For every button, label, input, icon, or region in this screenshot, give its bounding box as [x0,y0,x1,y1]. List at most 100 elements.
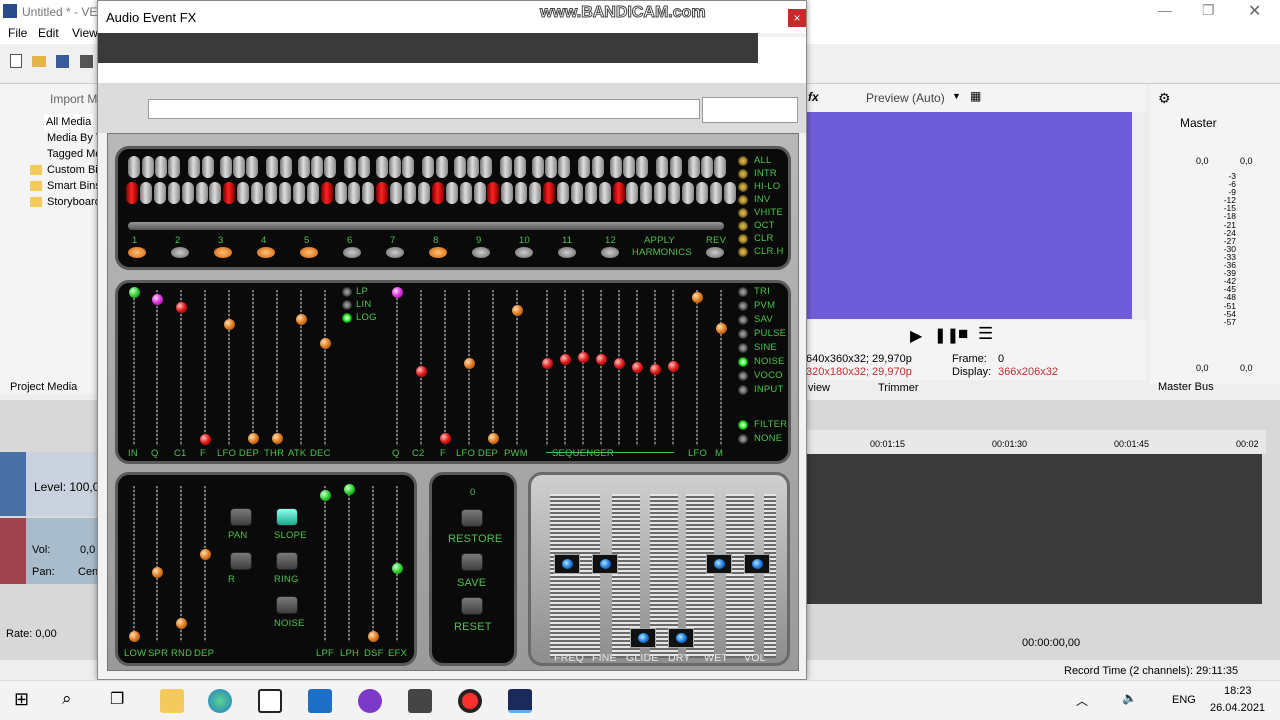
harmonic-step-switch[interactable] [251,182,264,204]
waveform-led[interactable] [738,357,748,367]
synth-slider-knob[interactable] [650,364,661,375]
filter-mode-led[interactable] [342,300,352,310]
reset-button[interactable] [461,597,483,615]
harmonic-step-switch[interactable] [515,182,528,204]
synth-slider-knob[interactable] [668,361,679,372]
mod-slider-knob[interactable] [320,490,331,501]
harmonic-step-switch[interactable] [612,182,625,204]
harmonic-switch[interactable] [656,156,668,178]
harmonic-option-led[interactable] [738,156,748,166]
harmonic-step-switch[interactable] [181,182,194,204]
harmonic-step-switch[interactable] [654,182,667,204]
harmonic-switch[interactable] [545,156,557,178]
track-1-level[interactable]: Level: 100,0 [34,480,99,494]
harmonic-step-switch[interactable] [501,182,514,204]
harmonic-switch[interactable] [266,156,278,178]
harmonic-step-switch[interactable] [682,182,694,204]
harmonic-step-switch[interactable] [626,182,639,204]
restore-button[interactable] [461,509,483,527]
waveform-led[interactable] [738,385,748,395]
synth-slider-knob[interactable] [614,358,625,369]
harmonic-step-switch[interactable] [445,182,458,204]
track-2-pan[interactable]: Cen [78,566,98,578]
pause-icon[interactable]: ❚❚ [934,326,959,344]
harmonic-step-switch[interactable] [376,182,389,204]
volume-icon[interactable]: 🔈 [1122,691,1137,705]
harmonic-button[interactable] [515,247,533,258]
synth-slider-knob[interactable] [512,305,523,316]
harmonic-step-switch[interactable] [570,182,583,204]
preview-quality-dropdown[interactable]: Preview (Auto) [866,91,945,105]
harmonic-option-led[interactable] [738,169,748,179]
synth-slider-knob[interactable] [200,434,211,445]
harmonic-switch[interactable] [202,156,214,178]
mod-toggle-button[interactable] [230,508,252,526]
chevron-down-icon[interactable]: ▼ [952,91,961,101]
harmonic-step-switch[interactable] [362,182,375,204]
harmonic-button[interactable] [343,247,361,258]
mixer-fader-knob[interactable] [668,628,694,648]
harmonic-step-switch[interactable] [543,182,555,204]
harmonic-step-switch[interactable] [459,182,472,204]
harmonic-switch[interactable] [578,156,590,178]
menu-icon[interactable]: ☰ [978,324,993,344]
harmonic-switch[interactable] [558,156,570,178]
harmonic-switch[interactable] [422,156,434,178]
harmonic-button[interactable] [257,247,275,258]
mixer-fader-knob[interactable] [592,554,618,574]
import-media-button[interactable]: Import M [50,92,97,106]
harmonic-switch[interactable] [592,156,604,178]
harmonic-option-led[interactable] [738,234,748,244]
synth-slider-knob[interactable] [440,433,451,444]
mod-slider-track[interactable] [204,486,206,642]
stop-icon[interactable]: ■ [958,324,968,344]
waveform-led[interactable] [738,371,748,381]
synth-slider-track[interactable] [276,290,278,446]
harmonic-button[interactable] [472,247,490,258]
mod-toggle-button[interactable] [276,552,298,570]
vegas-taskbar-icon[interactable] [508,689,532,713]
tree-item-media-by-type[interactable]: Media By T [47,130,102,146]
harmonic-option-led[interactable] [738,182,748,192]
waveform-led[interactable] [738,329,748,339]
synth-slider-knob[interactable] [224,319,235,330]
synth-slider-knob[interactable] [464,358,475,369]
synth-slider-knob[interactable] [692,292,703,303]
harmonic-button[interactable] [128,247,146,258]
synth-slider-track[interactable] [133,290,135,446]
harmonic-switch[interactable] [610,156,622,178]
mod-toggle-button[interactable] [276,508,298,526]
harmonic-slider-track[interactable] [128,222,724,230]
mixer-fader-knob[interactable] [630,628,656,648]
mod-slider-knob[interactable] [176,618,187,629]
clock-date[interactable]: 26.04.2021 [1210,702,1265,714]
harmonic-step-switch[interactable] [223,182,236,204]
save-icon[interactable] [56,55,69,68]
harmonic-step-switch[interactable] [487,182,500,204]
mod-slider-track[interactable] [156,486,158,642]
harmonic-switch[interactable] [389,156,401,178]
synth-slider-knob[interactable] [560,354,571,365]
harmonic-switch[interactable] [514,156,526,178]
synth-slider-track[interactable] [156,290,158,446]
synth-slider-knob[interactable] [416,366,427,377]
harmonic-button[interactable] [429,247,447,258]
harmonic-step-switch[interactable] [320,182,333,204]
menu-view[interactable]: View [72,26,98,40]
synth-slider-knob[interactable] [596,354,607,365]
tree-item-storyboard[interactable]: Storyboard [47,194,101,210]
synth-slider-knob[interactable] [272,433,283,444]
mod-toggle-button[interactable] [230,552,252,570]
harmonic-switch[interactable] [128,156,140,178]
synth-slider-track[interactable] [696,290,698,446]
harmonic-switch[interactable] [298,156,310,178]
synth-slider-knob[interactable] [129,287,140,298]
synth-slider-track[interactable] [720,290,722,446]
harmonic-switch[interactable] [233,156,245,178]
file-explorer-icon[interactable] [160,689,184,713]
tree-item-smart-bins[interactable]: Smart Bins [47,178,101,194]
harmonic-step-switch[interactable] [278,182,291,204]
tab-master-bus[interactable]: Master Bus [1158,381,1214,393]
harmonic-step-switch[interactable] [139,182,152,204]
mod-slider-knob[interactable] [368,631,379,642]
